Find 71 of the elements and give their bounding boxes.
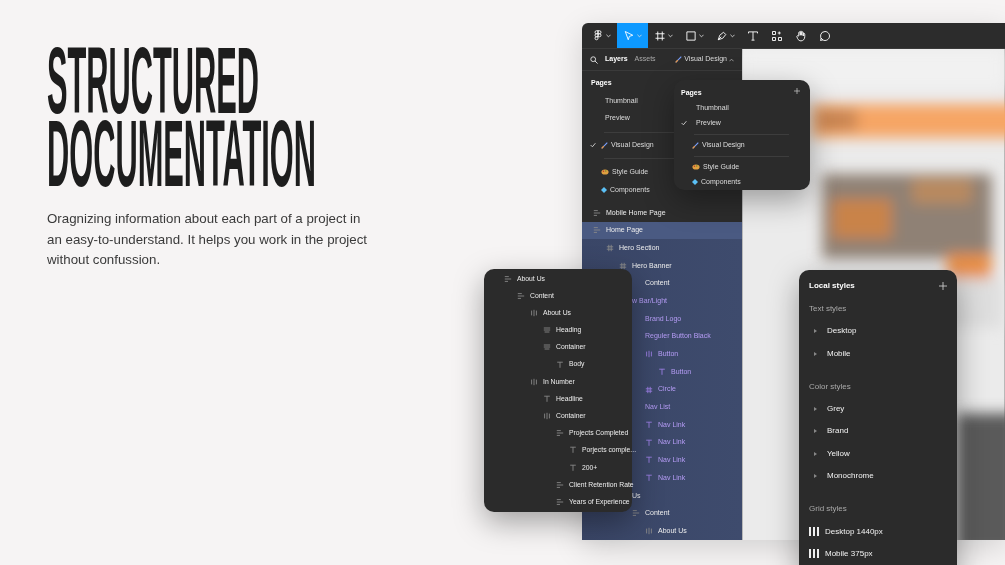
- columns-icon: [645, 350, 653, 359]
- plus-icon: [939, 281, 947, 290]
- columns-icon: [530, 377, 538, 386]
- caret-icon: [814, 351, 817, 356]
- style-group[interactable]: Yellow: [809, 442, 947, 465]
- text-layer-icon: [556, 360, 564, 369]
- palette-icon: [601, 169, 609, 176]
- auto-layout-icon: [504, 274, 512, 283]
- auto-layout-icon: [556, 429, 564, 438]
- plus-icon: [794, 88, 800, 94]
- frame-icon: [645, 385, 653, 394]
- frame-icon: [654, 29, 666, 42]
- style-group[interactable]: Mobile: [809, 342, 947, 365]
- auto-layout-icon: [556, 480, 564, 489]
- heading-line: STRUCTURED: [47, 44, 260, 117]
- add-button[interactable]: [939, 281, 947, 290]
- caret-icon: [814, 329, 817, 334]
- columns-grid-icon: [809, 527, 819, 537]
- pencil-icon: [675, 56, 683, 64]
- text-layer-icon: [645, 456, 653, 465]
- columns-grid-icon: [809, 549, 819, 559]
- caret-icon: [814, 406, 817, 411]
- heading-line: DOCUMENTATION: [47, 117, 316, 190]
- diamond-icon: [692, 179, 698, 185]
- auto-layout-icon: [593, 226, 601, 235]
- pencil-icon: [601, 141, 608, 149]
- section-title: Color styles: [809, 380, 852, 393]
- style-group[interactable]: Grey: [809, 397, 947, 421]
- grid-style[interactable]: Mobile 375px: [809, 542, 947, 565]
- columns-icon: [645, 527, 653, 536]
- text-layer-icon: [543, 394, 551, 403]
- cursor-icon: [623, 29, 635, 42]
- style-group[interactable]: Monochrome: [809, 464, 947, 488]
- section-title: Text styles: [809, 303, 848, 315]
- search-icon: [590, 55, 598, 64]
- text-layer-icon: [645, 474, 653, 483]
- auto-layout-icon: [543, 343, 551, 352]
- text-layer-icon: [569, 463, 577, 472]
- panel-title: Local styles: [809, 279, 855, 292]
- columns-icon: [530, 308, 538, 317]
- style-group[interactable]: Brand: [809, 420, 947, 443]
- caret-icon: [814, 451, 817, 456]
- caret-icon: [814, 429, 817, 434]
- pencil-icon: [692, 141, 699, 149]
- text-layer-icon: [658, 367, 666, 376]
- diamond-icon: [601, 187, 607, 194]
- auto-layout-icon: [556, 498, 564, 507]
- columns-icon: [543, 412, 551, 421]
- text-layer-icon: [569, 446, 577, 455]
- text-tool-icon: [747, 29, 759, 42]
- section-title: Grid styles: [809, 503, 848, 516]
- square-icon: [685, 29, 697, 42]
- caret-icon: [729, 57, 734, 62]
- frame-icon: [619, 261, 627, 270]
- palette-icon: [692, 164, 700, 170]
- auto-layout-icon: [632, 509, 640, 518]
- text-layer-icon: [645, 438, 653, 447]
- style-group[interactable]: Desktop: [809, 320, 947, 343]
- frame-icon: [606, 244, 614, 253]
- hand-icon: [795, 29, 807, 42]
- comment-icon: [819, 29, 831, 42]
- auto-layout-icon: [543, 326, 551, 335]
- pen-icon: [716, 29, 728, 42]
- components-icon: [771, 29, 783, 42]
- auto-layout-icon: [517, 291, 525, 300]
- description: Oragnizing information about each part of a project in an easy-to-understand. It helps you work in the project without confussion.: [47, 210, 369, 269]
- caret-icon: [814, 474, 817, 479]
- app-logo-icon: [592, 29, 604, 42]
- text-layer-icon: [645, 421, 653, 430]
- grid-style[interactable]: Desktop 1440px: [809, 520, 947, 543]
- auto-layout-icon: [593, 208, 601, 217]
